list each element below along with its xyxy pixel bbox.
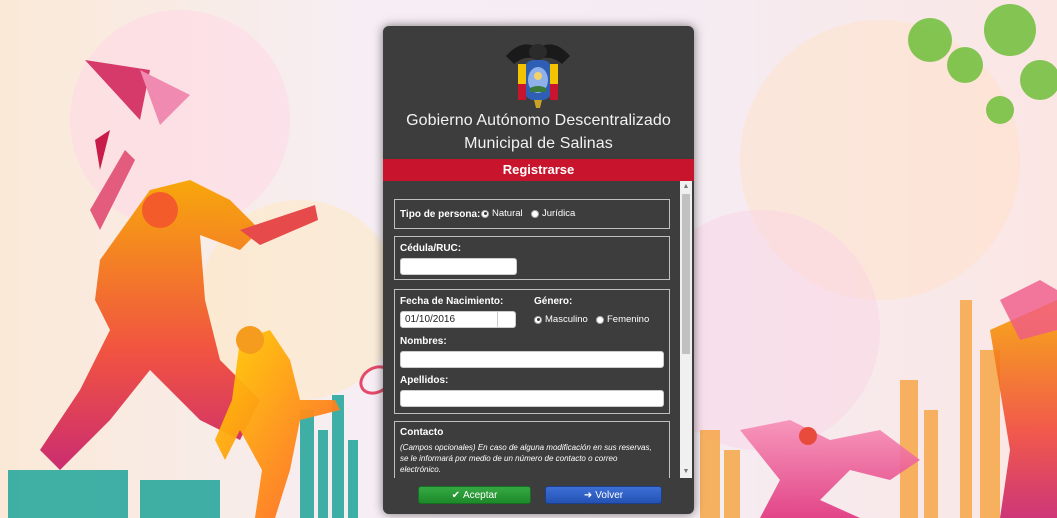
radio-juridica[interactable]: Jurídica: [531, 208, 575, 219]
nombres-input[interactable]: [400, 351, 664, 368]
radio-natural-icon[interactable]: [481, 209, 489, 218]
radio-femenino-label: Femenino: [607, 314, 650, 325]
radio-natural[interactable]: Natural: [481, 208, 523, 219]
fecha-nacimiento-input[interactable]: [400, 311, 498, 328]
cedula-label: Cédula/RUC:: [400, 243, 462, 254]
tipo-persona-label: Tipo de persona:: [400, 209, 481, 220]
fecha-nacimiento-label: Fecha de Nacimiento:: [400, 296, 504, 307]
radio-juridica-icon[interactable]: [531, 209, 539, 218]
personal-data-group: Fecha de Nacimiento: Género: Masculino F…: [394, 289, 670, 414]
radio-femenino-icon[interactable]: [596, 315, 604, 324]
apellidos-input[interactable]: [400, 390, 664, 407]
scroll-thumb[interactable]: [682, 194, 690, 354]
back-button[interactable]: ➜ Volver: [545, 486, 662, 504]
sign-in-icon: ➜: [583, 490, 593, 501]
cedula-input[interactable]: [400, 258, 517, 275]
scroll-up-icon[interactable]: ▲: [680, 181, 692, 193]
contacto-group: Contacto (Campos opcionales) En caso de …: [394, 421, 670, 478]
form-scroll-area[interactable]: Tipo de persona: Natural Jurídica Cédula…: [383, 181, 694, 478]
radio-masculino-label: Masculino: [545, 314, 588, 325]
radio-masculino[interactable]: Masculino: [534, 314, 588, 325]
radio-masculino-icon[interactable]: [534, 315, 542, 324]
coat-of-arms-logo: [506, 44, 570, 108]
scroll-down-icon[interactable]: ▼: [680, 466, 692, 478]
form-title-bar: Registrarse: [383, 159, 694, 181]
form-scrollbar[interactable]: ▲ ▼: [680, 181, 692, 478]
contacto-label: Contacto: [400, 427, 444, 438]
back-label: Volver: [595, 490, 624, 501]
registration-panel: Gobierno Autónomo Descentralizado Munici…: [383, 26, 694, 514]
org-name-line2: Municipal de Salinas: [464, 135, 613, 152]
tipo-persona-group: Tipo de persona: Natural Jurídica: [394, 199, 670, 229]
cedula-group: Cédula/RUC:: [394, 236, 670, 280]
org-name-line1: Gobierno Autónomo Descentralizado: [406, 112, 671, 129]
check-icon: ✔: [451, 490, 460, 501]
radio-juridica-label: Jurídica: [542, 208, 576, 219]
accept-button[interactable]: ✔ Aceptar: [418, 486, 531, 504]
apellidos-label: Apellidos:: [400, 375, 449, 386]
contacto-note: (Campos opcionales) En caso de alguna mo…: [400, 443, 652, 474]
radio-femenino[interactable]: Femenino: [596, 314, 649, 325]
genero-label: Género:: [534, 296, 573, 307]
radio-natural-label: Natural: [492, 208, 523, 219]
calendar-button[interactable]: [498, 311, 516, 328]
nombres-label: Nombres:: [400, 336, 447, 347]
accept-label: Aceptar: [462, 490, 498, 501]
